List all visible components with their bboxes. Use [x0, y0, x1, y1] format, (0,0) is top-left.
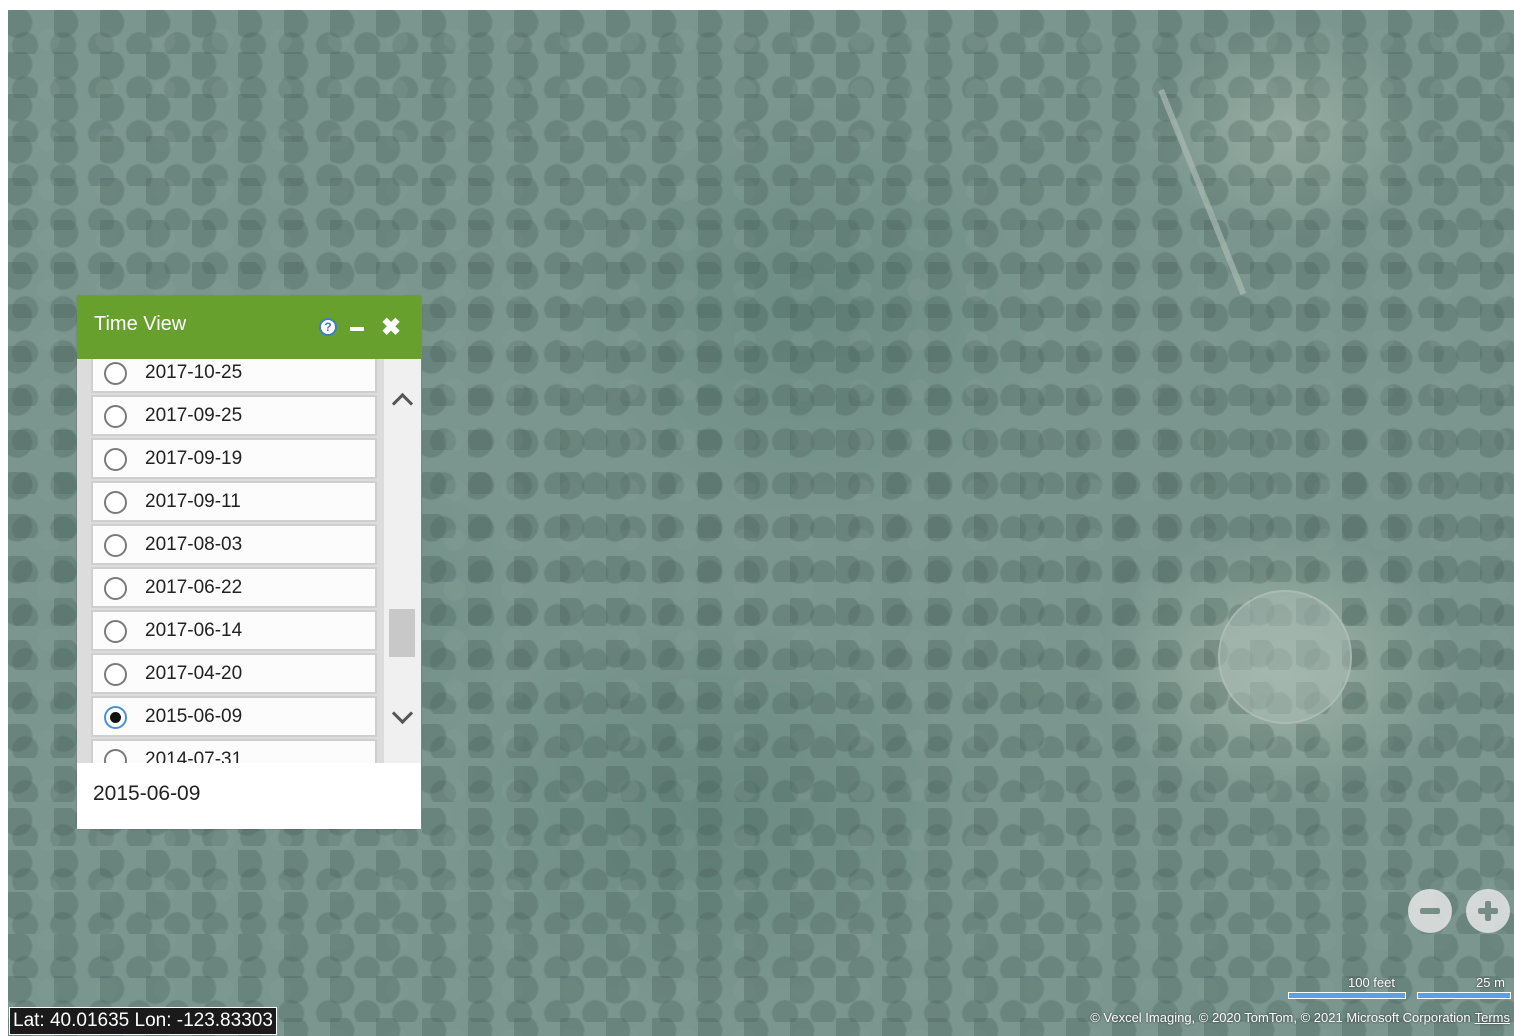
date-list[interactable]: 2017-10-25 2017-09-25 2017-09-19 2017-09…	[77, 359, 421, 763]
date-item[interactable]: 2017-04-20	[91, 653, 377, 694]
date-item[interactable]: 2017-10-25	[91, 359, 377, 393]
radio-button[interactable]	[104, 620, 127, 643]
date-item-selected[interactable]: 2015-06-09	[91, 696, 377, 737]
scroll-thumb[interactable]	[389, 609, 415, 657]
radio-button[interactable]	[104, 448, 127, 471]
minus-icon	[1420, 908, 1440, 914]
scale-meters-label: 25 m	[1476, 975, 1505, 990]
coordinate-readout: Lat: 40.01635 Lon: -123.83303	[9, 1007, 277, 1035]
close-icon[interactable]: ✖	[381, 316, 401, 340]
radio-button[interactable]	[104, 405, 127, 428]
radio-button[interactable]	[104, 362, 127, 385]
date-label: 2015-06-09	[145, 706, 243, 727]
map-copyright: © Vexcel Imaging, © 2020 TomTom, © 2021 …	[1090, 1010, 1510, 1025]
date-label: 2017-06-14	[145, 620, 243, 641]
selected-date-display: 2015-06-09	[93, 782, 201, 805]
scroll-up-icon[interactable]	[391, 384, 413, 415]
date-label: 2017-10-25	[145, 362, 243, 383]
date-label: 2017-04-20	[145, 663, 243, 684]
plus-icon-vertical	[1485, 901, 1491, 921]
copyright-text: © Vexcel Imaging, © 2020 TomTom, © 2021 …	[1090, 1010, 1471, 1025]
radio-button[interactable]	[104, 491, 127, 514]
date-item[interactable]: 2014-07-31	[91, 739, 377, 763]
date-item[interactable]: 2017-08-03	[91, 524, 377, 565]
radio-button-selected[interactable]	[104, 706, 127, 729]
scroll-down-icon[interactable]	[391, 702, 413, 734]
date-list-items: 2017-10-25 2017-09-25 2017-09-19 2017-09…	[91, 359, 381, 763]
time-view-panel: Time View ? ✖ 2017-10-25 2017-09-25 2017…	[77, 296, 421, 829]
terms-link[interactable]: Terms	[1475, 1010, 1510, 1025]
radio-button[interactable]	[104, 663, 127, 686]
date-item[interactable]: 2017-09-11	[91, 481, 377, 522]
radio-button[interactable]	[104, 577, 127, 600]
date-item[interactable]: 2017-06-22	[91, 567, 377, 608]
date-item[interactable]: 2017-09-19	[91, 438, 377, 479]
help-icon[interactable]: ?	[319, 318, 337, 336]
date-item[interactable]: 2017-06-14	[91, 610, 377, 651]
zoom-out-button[interactable]	[1408, 889, 1452, 933]
date-label: 2017-08-03	[145, 534, 243, 555]
date-label: 2017-09-19	[145, 448, 243, 469]
scale-meters-bar	[1417, 992, 1511, 999]
date-item[interactable]: 2017-09-25	[91, 395, 377, 436]
zoom-in-button[interactable]	[1466, 889, 1510, 933]
date-label: 2017-09-11	[145, 491, 241, 512]
date-label: 2014-07-31	[145, 749, 243, 763]
date-label: 2017-06-22	[145, 577, 243, 598]
scrollbar[interactable]	[384, 359, 421, 763]
minimize-icon[interactable]	[350, 327, 364, 331]
time-view-title: Time View	[94, 313, 187, 335]
map-clearing	[1218, 590, 1352, 724]
scale-feet-bar	[1288, 992, 1406, 999]
scale-feet-label: 100 feet	[1348, 975, 1395, 990]
date-label: 2017-09-25	[145, 405, 243, 426]
time-view-header[interactable]: Time View ? ✖	[77, 296, 421, 359]
radio-button[interactable]	[104, 749, 127, 763]
radio-button[interactable]	[104, 534, 127, 557]
